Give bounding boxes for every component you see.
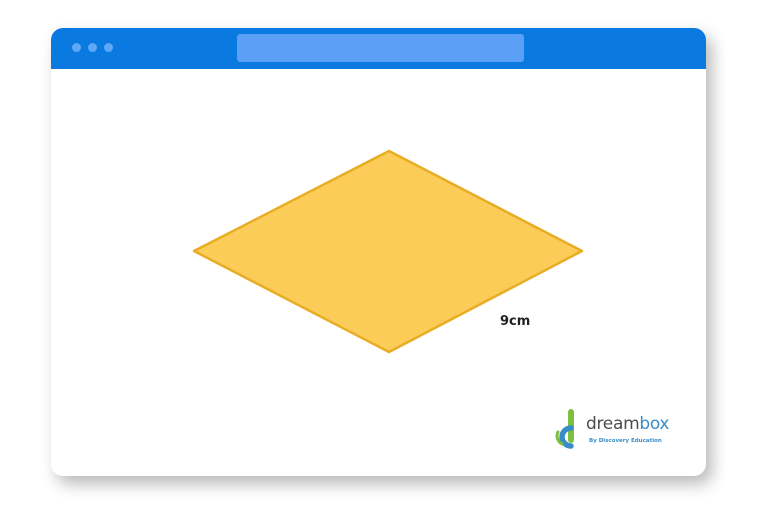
logo-tagline: By Discovery Education — [589, 438, 662, 444]
logo-wordmark: dreambox — [586, 414, 670, 434]
dreambox-logo: dreambox By Discovery Education — [554, 408, 684, 452]
browser-window: 9cm dreambox By Discovery Education — [51, 28, 706, 476]
dreambox-d-icon — [555, 409, 574, 449]
side-length-label: 9cm — [500, 314, 531, 329]
